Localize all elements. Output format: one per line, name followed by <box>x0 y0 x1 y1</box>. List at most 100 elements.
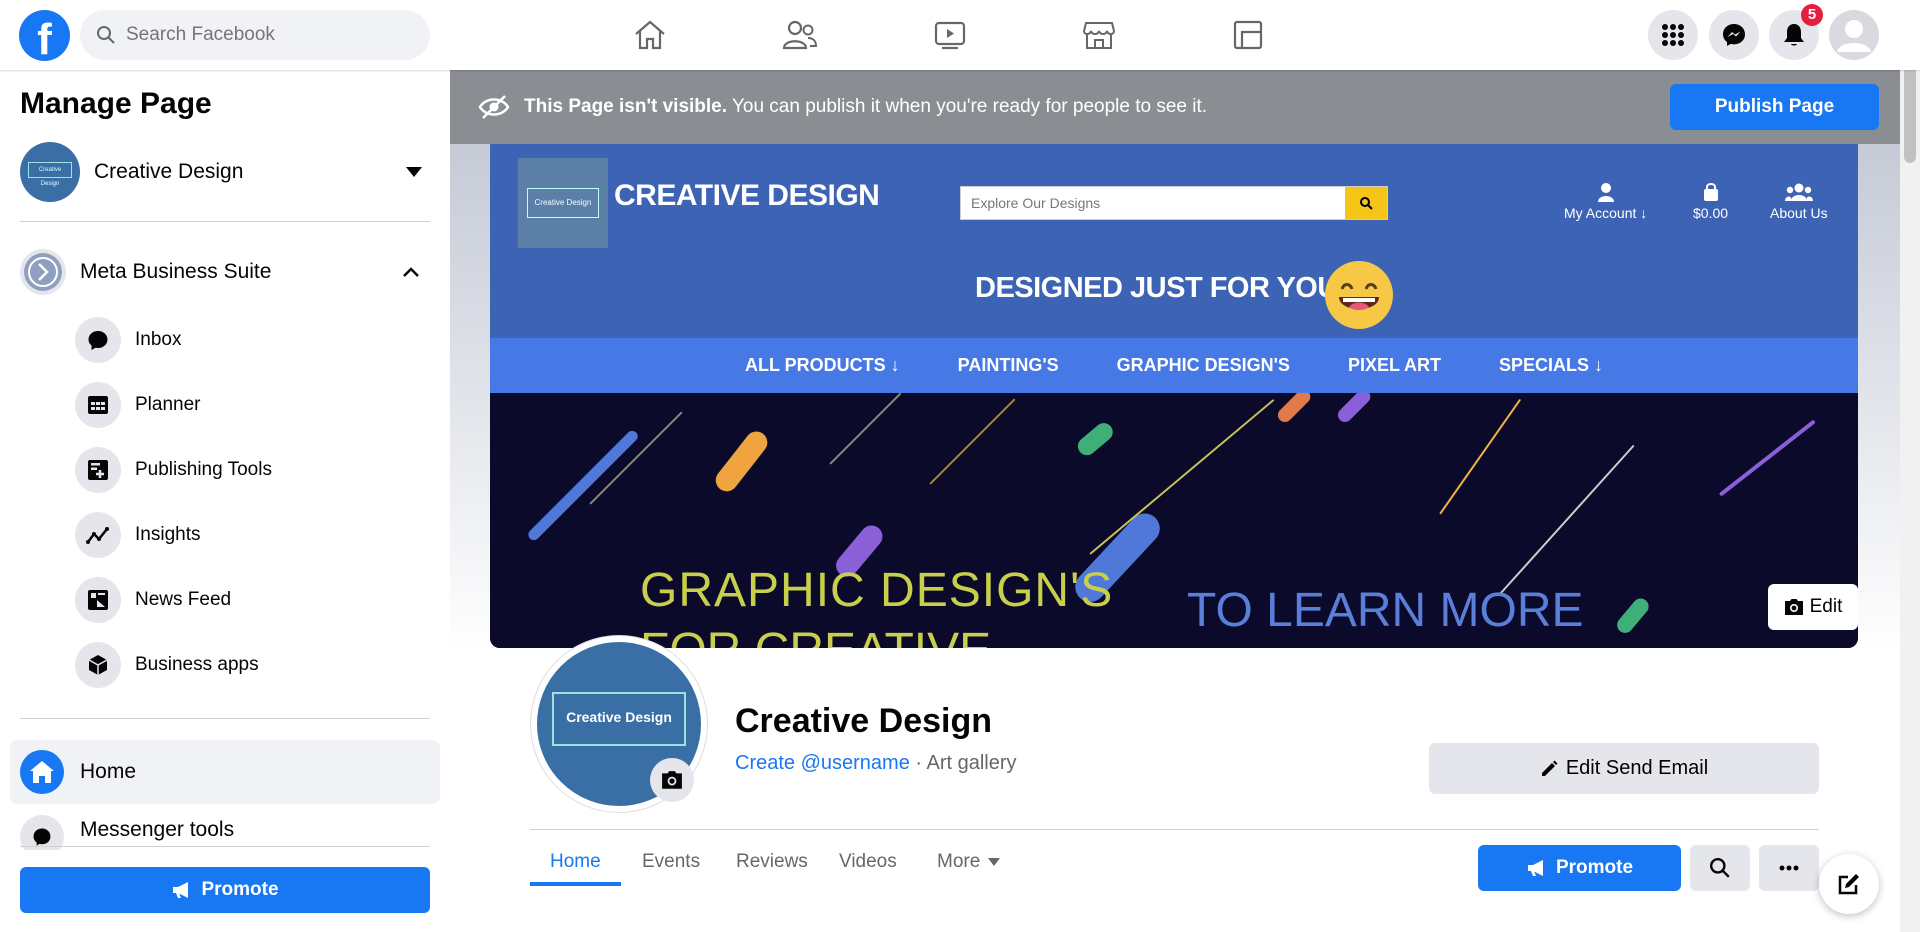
decor-line <box>1718 419 1816 497</box>
tab-reviews[interactable]: Reviews <box>716 838 828 886</box>
page-main-content: This Page isn't visible. You can publish… <box>450 70 1900 932</box>
cover-area: Creative Design CREATIVE DESIGN Explore … <box>450 144 1900 654</box>
sidebar-item-home[interactable]: Home <box>10 740 440 804</box>
page-category: · Art gallery <box>909 752 1017 774</box>
banner-text: You can publish it when you're ready for… <box>727 96 1208 117</box>
sidebar-item-label: News Feed <box>135 589 232 610</box>
bell-icon <box>1784 24 1804 46</box>
decor-line <box>1335 393 1374 425</box>
sidebar-divider <box>20 221 430 222</box>
decor-line <box>1499 444 1635 595</box>
cover-nav-item: PIXEL ART <box>1347 355 1441 375</box>
cover-search-placeholder: Explore Our Designs <box>971 195 1101 211</box>
users-group-icon <box>1784 183 1813 201</box>
edit-cover-button[interactable]: Edit <box>1768 584 1858 630</box>
nav-friends[interactable] <box>770 12 830 58</box>
cover-nav-item: GRAPHIC DESIGN'S <box>1116 355 1290 375</box>
decor-line <box>929 398 1016 485</box>
promote-label: Promote <box>1555 857 1634 878</box>
cover-site-nav: ALL PRODUCTS ↓ PAINTING'S GRAPHIC DESIGN… <box>490 338 1858 393</box>
page-search-button[interactable] <box>1690 845 1750 891</box>
tab-home[interactable]: Home <box>530 838 621 886</box>
messenger-icon <box>20 815 64 850</box>
sidebar-item-publishing-tools[interactable]: Publishing Tools <box>75 445 425 495</box>
compose-icon <box>1838 874 1859 895</box>
cover-nav-item: PAINTING'S <box>957 355 1059 375</box>
cover-search-icon <box>1345 187 1387 219</box>
search-box[interactable] <box>80 10 430 60</box>
promote-button[interactable]: Promote <box>1478 845 1681 891</box>
meta-business-suite-toggle[interactable]: Meta Business Suite <box>20 247 430 297</box>
sidebar-item-inbox[interactable]: Inbox <box>75 315 425 365</box>
sidebar-promote-button[interactable]: Promote <box>20 867 430 913</box>
page-scrollbar[interactable] <box>1900 0 1920 932</box>
sidebar-divider <box>20 846 430 847</box>
pencil-icon <box>1541 760 1558 776</box>
page-subtitle: Create @username · Art gallery <box>735 752 1017 775</box>
notification-badge: 5 <box>1801 4 1823 26</box>
publishing-tools-icon <box>75 447 121 493</box>
ellipsis-icon <box>1779 865 1799 871</box>
cover-cart: $0.00 <box>1693 182 1728 221</box>
update-profile-picture-button[interactable] <box>650 758 694 802</box>
search-icon <box>1709 857 1730 878</box>
cover-nav-item: ALL PRODUCTS ↓ <box>745 355 900 375</box>
home-icon <box>635 20 665 50</box>
tab-more-label: More <box>937 851 981 872</box>
nav-home[interactable] <box>620 12 680 58</box>
home-filled-icon <box>20 750 64 794</box>
sidebar-item-business-apps[interactable]: Business apps <box>75 640 425 690</box>
camera-icon <box>662 770 682 789</box>
account-avatar[interactable] <box>1829 10 1879 60</box>
edit-cover-label: Edit <box>1809 596 1843 617</box>
megaphone-icon <box>1527 860 1543 876</box>
nav-watch[interactable] <box>920 12 980 58</box>
smiley-emoji-icon <box>1325 261 1393 329</box>
sidebar-item-planner[interactable]: Planner <box>75 380 425 430</box>
sidebar-item-label: Insights <box>135 524 201 545</box>
sidebar-item-insights[interactable]: Insights <box>75 510 425 560</box>
cover-hero-headline: GRAPHIC DESIGN'S <box>640 564 1114 617</box>
watch-icon <box>934 21 966 50</box>
banner-message: This Page isn't visible. You can publish… <box>524 70 1207 144</box>
user-silhouette-icon <box>1837 20 1871 52</box>
menu-button[interactable] <box>1648 10 1698 60</box>
friends-icon <box>782 20 818 50</box>
cover-logo-text: Creative Design <box>527 188 599 218</box>
cover-hero-subline: FOR CREATIVE <box>640 623 991 648</box>
publish-page-button[interactable]: Publish Page <box>1670 84 1879 130</box>
messenger-button[interactable] <box>1709 10 1759 60</box>
sidebar-item-messenger-tools[interactable]: Messenger tools <box>20 810 430 850</box>
new-message-button[interactable] <box>1819 854 1879 914</box>
user-icon <box>1597 183 1614 202</box>
caret-down-icon[interactable] <box>406 167 422 177</box>
nav-gaming[interactable] <box>1218 12 1278 58</box>
messenger-icon <box>1723 24 1745 46</box>
tab-more[interactable]: More <box>917 838 1020 886</box>
cover-site-search: Explore Our Designs <box>960 186 1388 220</box>
sidebar-item-news-feed[interactable]: News Feed <box>75 575 425 625</box>
unpublished-banner: This Page isn't visible. You can publish… <box>450 70 1900 144</box>
more-options-button[interactable] <box>1759 845 1819 891</box>
banner-bold-text: This Page isn't visible. <box>524 96 728 117</box>
create-username-link[interactable]: Create @username <box>735 752 910 774</box>
cover-cart-label: $0.00 <box>1693 205 1729 221</box>
nav-marketplace[interactable] <box>1069 12 1129 58</box>
sidebar-item-label: Publishing Tools <box>135 459 272 480</box>
search-input[interactable] <box>126 24 396 46</box>
edit-send-email-label: Edit Send Email <box>1565 757 1709 779</box>
sidebar-title: Manage Page <box>20 87 212 120</box>
facebook-logo[interactable]: f <box>19 10 70 61</box>
sidebar-item-label: Home <box>80 760 137 783</box>
cover-hero-image: GRAPHIC DESIGN'S FOR CREATIVE TO LEARN M… <box>490 393 1858 648</box>
shopping-bag-icon <box>1703 183 1718 201</box>
page-avatar-text: Creative Design <box>28 162 72 187</box>
edit-send-email-button[interactable]: Edit Send Email <box>1429 743 1819 794</box>
business-suite-icon <box>20 249 66 295</box>
tab-videos[interactable]: Videos <box>819 838 917 886</box>
gaming-icon <box>1233 20 1263 50</box>
tab-events[interactable]: Events <box>622 838 720 886</box>
profile-picture-text: Creative Design <box>552 692 686 746</box>
notifications-button[interactable]: 5 <box>1769 4 1823 60</box>
page-selector[interactable]: Creative Design Creative Design <box>20 142 430 202</box>
